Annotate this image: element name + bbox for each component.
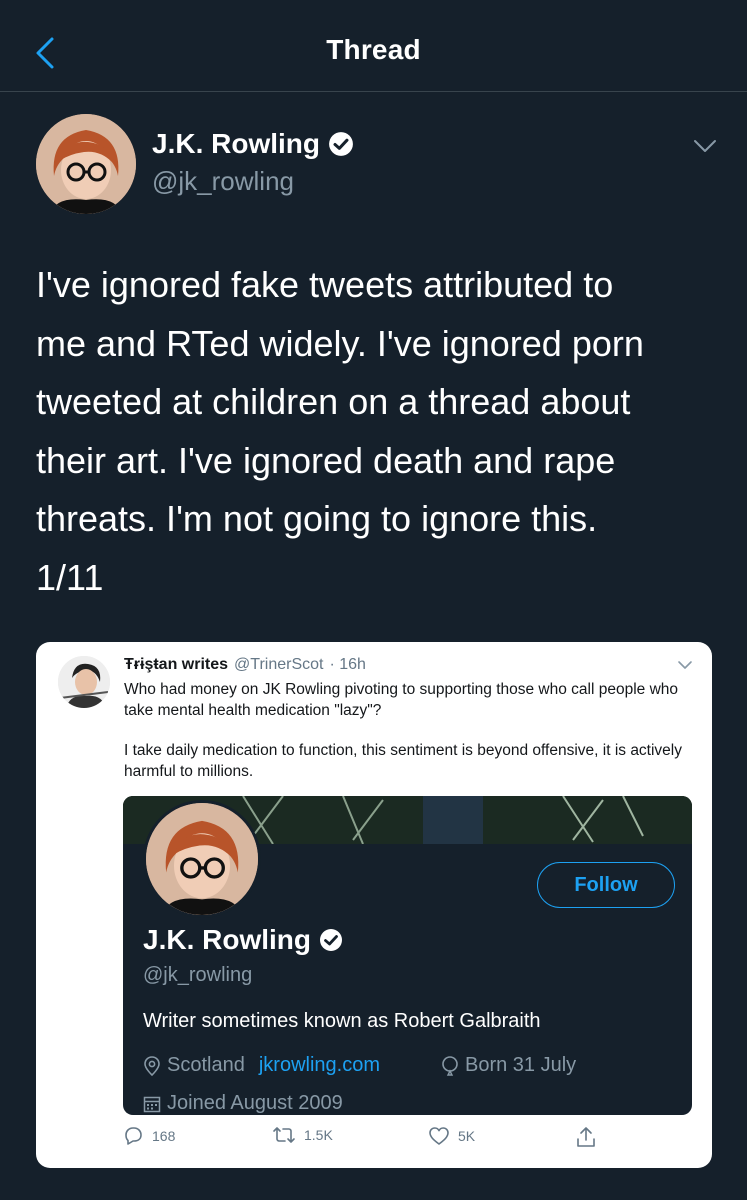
- embedded-tweet-text: Who had money on JK Rowling pivoting to …: [124, 680, 694, 782]
- chevron-down-icon: [694, 140, 716, 152]
- embedded-avatar: [58, 656, 110, 708]
- embedded-paragraph: I take daily medication to function, thi…: [124, 742, 682, 780]
- embedded-image[interactable]: Ŧɍɨşŧan writes @TrinerScot · 16h Who had…: [36, 642, 712, 1168]
- embedded-action-bar: 168 1.5K 5K: [36, 1126, 712, 1156]
- avatar-portrait: [36, 114, 136, 214]
- birthday-text: Born 31 July: [465, 1054, 577, 1076]
- embedded-tweet-time: · 16h: [329, 656, 366, 673]
- page-title: Thread: [326, 34, 421, 65]
- author-handle[interactable]: @jk_rowling: [152, 166, 294, 197]
- joined-text: Joined August 2009: [167, 1092, 343, 1114]
- website-link: jkrowling.com: [258, 1054, 380, 1076]
- profile-card: Follow J.K. Rowling @jk_rowling Writer s…: [123, 796, 692, 1115]
- embedded-retweet: 1.5K: [272, 1126, 333, 1144]
- profile-avatar: [143, 800, 261, 918]
- reply-count: 168: [152, 1128, 176, 1144]
- embedded-paragraph: Who had money on JK Rowling pivoting to …: [124, 681, 679, 719]
- reply-icon: [125, 1127, 142, 1145]
- retweet-count: 1.5K: [304, 1127, 333, 1143]
- embedded-author-name: Ŧɍɨşŧan writes: [124, 656, 229, 673]
- location-icon: [144, 1055, 160, 1076]
- profile-joined: Joined August 2009: [143, 1092, 343, 1115]
- calendar-icon: [143, 1096, 161, 1112]
- share-icon: [577, 1127, 595, 1147]
- like-icon: [429, 1127, 449, 1145]
- profile-bio: Writer sometimes known as Robert Galbrai…: [143, 1010, 541, 1032]
- avatar[interactable]: [36, 114, 136, 214]
- nav-header: Thread: [0, 0, 747, 92]
- tweet-menu-button[interactable]: [690, 134, 720, 158]
- profile-location: Scotland jkrowling.com: [143, 1054, 380, 1077]
- profile-handle: @jk_rowling: [143, 964, 253, 986]
- like-count: 5K: [458, 1128, 476, 1144]
- author-name[interactable]: J.K. Rowling: [152, 128, 320, 160]
- profile-avatar-portrait: [146, 803, 258, 915]
- embedded-reply: 168: [122, 1126, 175, 1146]
- embedded-like: 5K: [428, 1126, 475, 1146]
- embedded-avatar-portrait: [58, 656, 110, 708]
- verified-badge-icon: [320, 929, 342, 951]
- embedded-chevron: [676, 658, 694, 672]
- chevron-down-icon: [678, 661, 692, 669]
- embedded-share: [576, 1126, 596, 1148]
- verified-badge-icon: [329, 132, 353, 156]
- location-text: Scotland: [167, 1054, 245, 1076]
- embedded-tweet-header: Ŧɍɨşŧan writes @TrinerScot · 16h: [124, 656, 366, 674]
- profile-name: J.K. Rowling: [143, 924, 311, 955]
- embedded-author-handle: @TrinerScot: [234, 656, 324, 673]
- follow-button[interactable]: Follow: [537, 862, 675, 908]
- retweet-icon: [273, 1127, 295, 1143]
- profile-name-row: J.K. Rowling: [143, 924, 343, 956]
- birthday-icon: [442, 1055, 458, 1076]
- author-name-row: J.K. Rowling: [152, 128, 354, 160]
- profile-birthday: Born 31 July: [441, 1054, 576, 1077]
- tweet-text: I've ignored fake tweets attributed to m…: [36, 264, 644, 598]
